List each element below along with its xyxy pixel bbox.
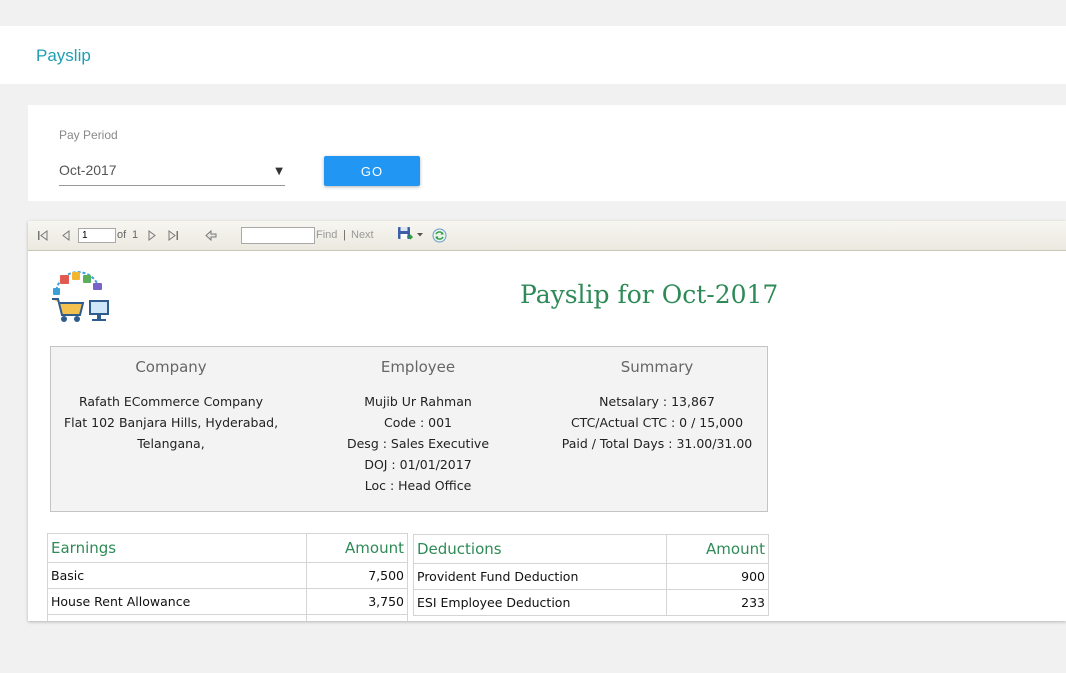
page-header: Payslip (0, 26, 1066, 84)
back-icon[interactable] (205, 230, 217, 241)
summary-heading: Summary (620, 358, 694, 376)
toolbar-separator: | (343, 229, 346, 241)
table-row: House Rent Allowance 3,750 (47, 588, 408, 615)
employee-code: Code : 001 (383, 415, 453, 430)
of-label: of (117, 229, 127, 241)
employee-name: Mujib Ur Rahman (364, 394, 472, 409)
earning-amount: 3,750 (306, 588, 408, 615)
summary-days: Paid / Total Days : 31.00/31.00 (561, 436, 753, 451)
page-number-input[interactable] (78, 228, 116, 243)
next-page-icon[interactable] (147, 230, 157, 241)
employee-doj: DOJ : 01/01/2017 (364, 457, 472, 472)
find-link[interactable]: Find (316, 229, 337, 241)
previous-page-icon[interactable] (61, 230, 71, 241)
employee-column: Employee Mujib Ur Rahman Code : 001 Desg… (298, 357, 538, 496)
refresh-icon[interactable] (432, 228, 447, 243)
last-page-icon[interactable] (167, 230, 179, 241)
company-heading: Company (135, 358, 207, 376)
earning-label: House Rent Allowance (47, 588, 307, 615)
pay-period-label: Pay Period (59, 128, 118, 142)
earnings-header: Earnings (47, 533, 307, 563)
summary-netsalary: Netsalary : 13,867 (599, 394, 715, 409)
deductions-amount-header: Amount (666, 534, 769, 564)
company-logo-icon (52, 271, 109, 322)
earning-amount (306, 614, 408, 621)
export-dropdown-icon[interactable] (417, 233, 423, 237)
company-column: Company Rafath ECommerce Company Flat 10… (51, 357, 291, 454)
payslip-info-box: Company Rafath ECommerce Company Flat 10… (50, 346, 768, 512)
find-input[interactable] (241, 227, 315, 244)
pay-period-value: Oct-2017 (59, 162, 117, 178)
pay-period-select[interactable]: Oct-2017 ▼ (59, 153, 285, 186)
page-title: Payslip (36, 46, 91, 65)
deductions-header: Deductions (413, 534, 667, 564)
filter-panel: Pay Period Oct-2017 ▼ GO (28, 105, 1066, 201)
first-page-icon[interactable] (37, 230, 49, 241)
deduction-label: Provident Fund Deduction (413, 563, 667, 590)
table-row: ESI Employee Deduction 233 (413, 589, 769, 616)
deductions-table: Deductions Amount Provident Fund Deducti… (413, 534, 769, 616)
company-address-line-2: Telangana, (137, 436, 205, 451)
employee-location: Loc : Head Office (364, 478, 472, 493)
dropdown-arrow-icon[interactable]: ▼ (275, 166, 283, 177)
earning-label: Basic (47, 562, 307, 589)
employee-heading: Employee (380, 358, 456, 376)
deduction-amount: 233 (666, 589, 769, 616)
table-row (47, 614, 408, 621)
deduction-label: ESI Employee Deduction (413, 589, 667, 616)
total-pages: 1 (132, 229, 139, 241)
report-viewer: of 1 Find | Next Payslip for Oct-2017 Co… (28, 221, 1066, 621)
company-name: Rafath ECommerce Company (78, 394, 264, 409)
earnings-amount-header: Amount (306, 533, 408, 563)
summary-ctc: CTC/Actual CTC : 0 / 15,000 (570, 415, 744, 430)
go-button[interactable]: GO (324, 156, 420, 186)
top-bar (0, 0, 1066, 27)
report-toolbar: of 1 Find | Next (28, 221, 1066, 251)
company-address-line-1: Flat 102 Banjara Hills, Hyderabad, (63, 415, 279, 430)
employee-designation: Desg : Sales Executive (346, 436, 490, 451)
summary-column: Summary Netsalary : 13,867 CTC/Actual CT… (537, 357, 777, 454)
export-icon[interactable] (397, 226, 413, 242)
table-row: Basic 7,500 (47, 562, 408, 589)
earnings-table: Earnings Amount Basic 7,500 House Rent A… (47, 533, 408, 621)
next-link[interactable]: Next (351, 229, 374, 241)
earning-amount: 7,500 (306, 562, 408, 589)
deduction-amount: 900 (666, 563, 769, 590)
table-row: Deductions Amount (413, 534, 769, 564)
earning-label (47, 614, 307, 621)
table-row: Earnings Amount (47, 533, 408, 563)
report-title: Payslip for Oct-2017 (520, 280, 779, 309)
table-row: Provident Fund Deduction 900 (413, 563, 769, 590)
